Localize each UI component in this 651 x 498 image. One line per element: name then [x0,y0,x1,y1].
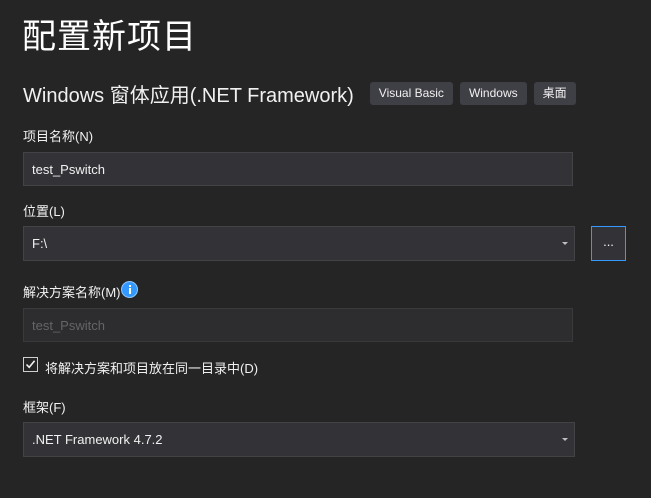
project-name-input[interactable] [23,152,573,186]
solution-name-label: 解决方案名称(M) [23,285,121,300]
framework-value: .NET Framework 4.7.2 [32,432,163,447]
configure-new-project-page: 配置新项目 Windows 窗体应用(.NET Framework) Visua… [0,0,651,498]
location-value: F:\ [32,236,48,251]
same-directory-checkbox[interactable] [23,357,38,372]
checkmark-icon [25,360,36,369]
info-icon[interactable] [121,281,138,298]
framework-select[interactable]: .NET Framework 4.7.2 [23,422,575,457]
template-header: Windows 窗体应用(.NET Framework) Visual Basi… [23,78,583,108]
tag-language: Visual Basic [369,81,453,105]
tag-platform: Windows [459,81,527,105]
location-label: 位置(L) [23,204,65,219]
location-combobox[interactable]: F:\ [23,226,575,261]
chevron-down-icon [562,242,568,245]
framework-label: 框架(F) [23,400,66,415]
page-title: 配置新项目 [22,18,197,56]
browse-location-button[interactable]: ... [591,226,626,261]
same-directory-label[interactable]: 将解决方案和项目放在同一目录中(D) [45,358,258,377]
solution-name-input [23,308,573,342]
template-name: Windows 窗体应用(.NET Framework) [23,84,354,107]
chevron-down-icon [562,438,568,441]
project-name-label: 项目名称(N) [23,129,94,144]
tag-project-type: 桌面 [533,81,576,105]
